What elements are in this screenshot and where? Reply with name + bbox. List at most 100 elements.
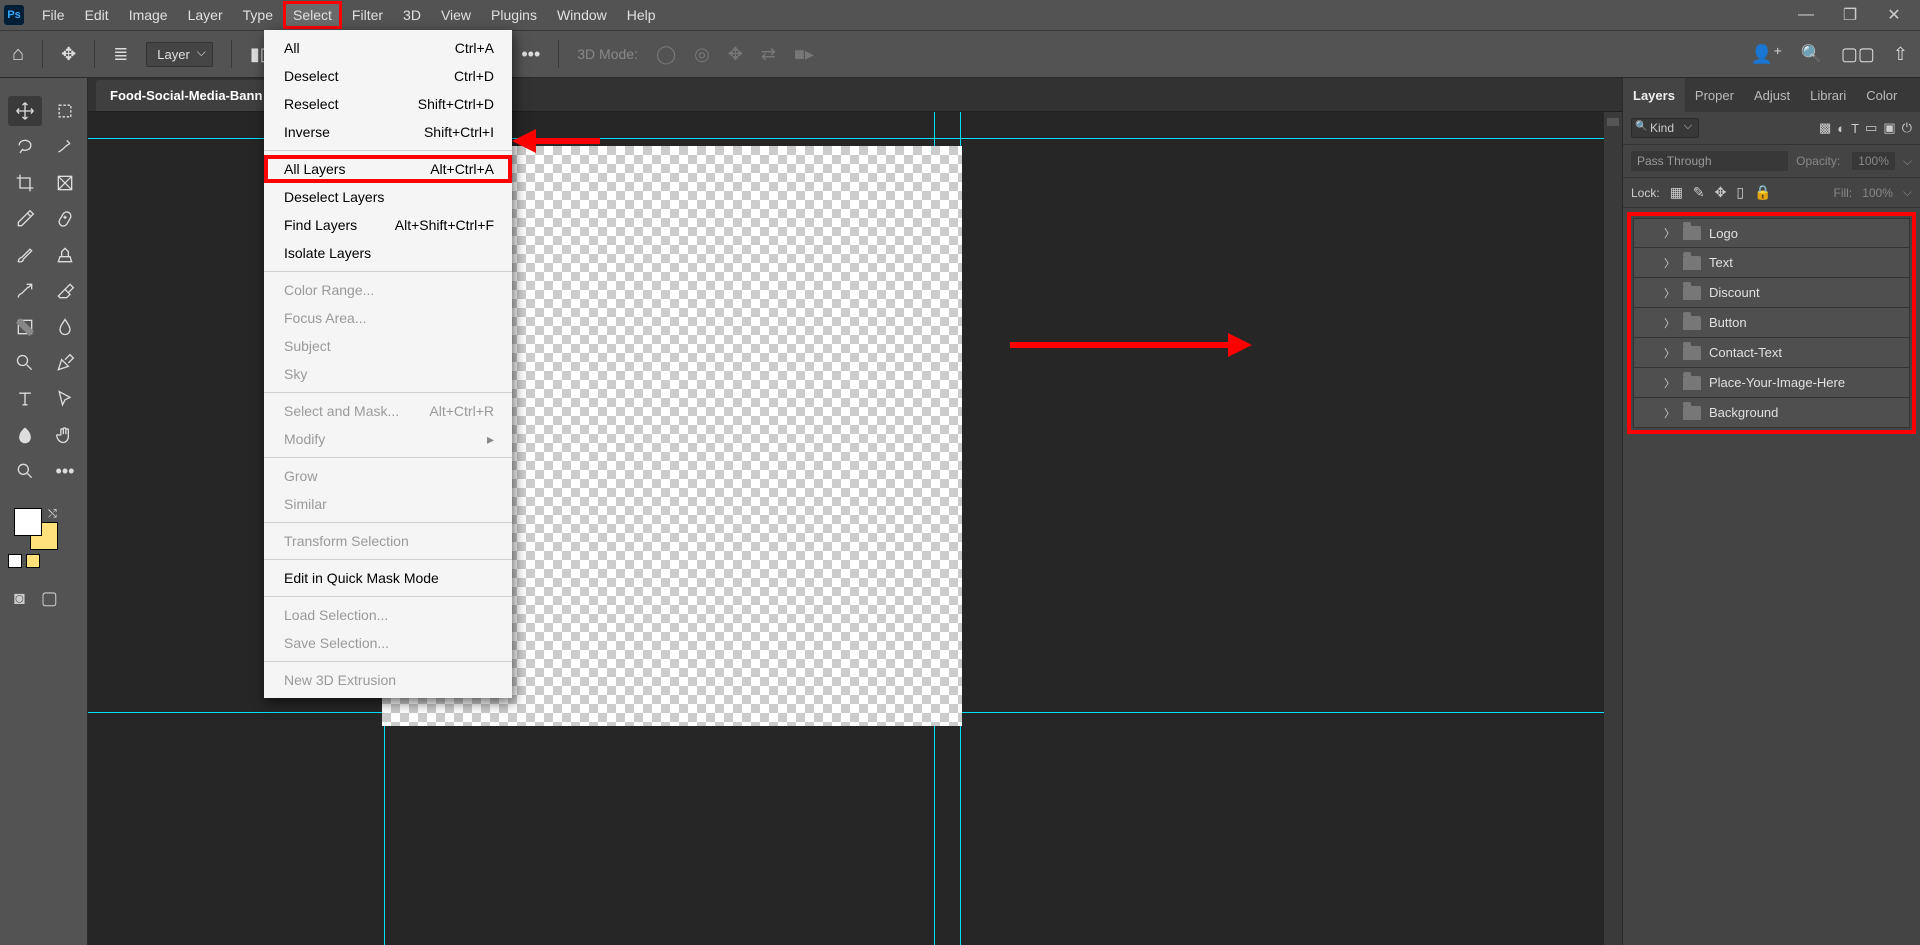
menu-item-isolate-layers[interactable]: Isolate Layers <box>264 239 512 267</box>
filter-toggle-icon[interactable]: ⏻ <box>1902 120 1912 136</box>
lock-position-icon[interactable]: ✥ <box>1715 184 1727 201</box>
autoselect-type-dropdown[interactable]: Layer <box>146 42 213 67</box>
window-close-button[interactable]: ✕ <box>1872 3 1916 27</box>
gradient-tool[interactable] <box>8 312 42 342</box>
lock-all-icon[interactable]: 🔒 <box>1754 184 1771 201</box>
quick-select-tool[interactable] <box>48 132 82 162</box>
3d-pan-icon[interactable]: ✥ <box>728 44 743 65</box>
window-restore-button[interactable]: ❐ <box>1828 3 1872 27</box>
history-brush-tool[interactable] <box>8 276 42 306</box>
visibility-toggle[interactable] <box>1640 285 1656 301</box>
path-select-tool[interactable] <box>48 384 82 414</box>
menu-select[interactable]: Select <box>283 1 342 29</box>
opacity-value[interactable]: 100% <box>1852 152 1895 170</box>
menu-layer[interactable]: Layer <box>178 1 233 29</box>
menu-item-inverse[interactable]: InverseShift+Ctrl+I <box>264 118 512 146</box>
expand-icon[interactable]: 〉 <box>1664 255 1675 271</box>
quick-mask-icon[interactable]: ◙ <box>14 588 25 609</box>
type-tool[interactable] <box>8 384 42 414</box>
lock-artboard-icon[interactable]: ▯ <box>1736 184 1744 201</box>
filter-type-icon[interactable]: T <box>1851 121 1859 136</box>
visibility-toggle[interactable] <box>1640 345 1656 361</box>
filter-smart-icon[interactable]: ▣ <box>1883 120 1895 136</box>
workspace-icon[interactable]: ▢▢ <box>1841 44 1875 65</box>
eraser-tool[interactable] <box>48 276 82 306</box>
artboard-tool[interactable] <box>48 96 82 126</box>
menu-image[interactable]: Image <box>119 1 178 29</box>
3d-orbit-icon[interactable]: ◯ <box>656 44 676 65</box>
more-options-icon[interactable]: ••• <box>521 44 540 65</box>
menu-item-reselect[interactable]: ReselectShift+Ctrl+D <box>264 90 512 118</box>
visibility-toggle[interactable] <box>1640 405 1656 421</box>
menu-item-deselect[interactable]: DeselectCtrl+D <box>264 62 512 90</box>
dodge-tool[interactable] <box>8 348 42 378</box>
expand-icon[interactable]: 〉 <box>1664 345 1675 361</box>
brush-tool[interactable] <box>8 240 42 270</box>
color-swatches[interactable]: ⤭ <box>8 508 79 554</box>
visibility-toggle[interactable] <box>1640 315 1656 331</box>
visibility-toggle[interactable] <box>1640 255 1656 271</box>
layer-text[interactable]: 〉Text <box>1633 248 1910 278</box>
panel-tab-layers[interactable]: Layers <box>1623 78 1685 112</box>
zoom-tool[interactable] <box>8 456 42 486</box>
fill-value[interactable]: 100% <box>1862 186 1893 200</box>
menu-item-deselect-layers[interactable]: Deselect Layers <box>264 183 512 211</box>
edit-toolbar-button[interactable]: ••• <box>48 456 82 486</box>
hand-tool[interactable] <box>48 420 82 450</box>
lock-image-icon[interactable]: ✎ <box>1693 184 1705 201</box>
document-tab[interactable]: Food-Social-Media-Bann <box>96 80 276 111</box>
menu-help[interactable]: Help <box>617 1 666 29</box>
lock-transparency-icon[interactable]: ▦ <box>1670 184 1683 201</box>
menu-view[interactable]: View <box>431 1 481 29</box>
expand-icon[interactable]: 〉 <box>1664 285 1675 301</box>
share-icon[interactable]: ⇧ <box>1893 44 1908 65</box>
3d-roll-icon[interactable]: ◎ <box>694 44 710 65</box>
menu-edit[interactable]: Edit <box>75 1 119 29</box>
menu-3d[interactable]: 3D <box>393 1 431 29</box>
autoselect-layers-icon[interactable]: ≣ <box>113 44 128 65</box>
layer-contact-text[interactable]: 〉Contact-Text <box>1633 338 1910 368</box>
menu-filter[interactable]: Filter <box>342 1 393 29</box>
menu-item-find-layers[interactable]: Find LayersAlt+Shift+Ctrl+F <box>264 211 512 239</box>
filter-shape-icon[interactable]: ▭ <box>1865 120 1877 136</box>
window-minimize-button[interactable]: — <box>1784 3 1828 27</box>
pen-tool[interactable] <box>48 348 82 378</box>
healing-brush-tool[interactable] <box>48 204 82 234</box>
filter-kind-dropdown[interactable]: Kind <box>1631 118 1699 138</box>
layer-button[interactable]: 〉Button <box>1633 308 1910 338</box>
frame-tool[interactable] <box>48 168 82 198</box>
cloud-docs-icon[interactable]: 👤⁺ <box>1751 44 1783 65</box>
swap-colors-icon[interactable]: ⤭ <box>48 508 57 521</box>
move-tool[interactable] <box>8 96 42 126</box>
expand-icon[interactable]: 〉 <box>1664 315 1675 331</box>
panel-tab-proper[interactable]: Proper <box>1685 78 1744 112</box>
expand-icon[interactable]: 〉 <box>1664 405 1675 421</box>
shape-tool[interactable] <box>8 420 42 450</box>
panel-tab-adjust[interactable]: Adjust <box>1744 78 1800 112</box>
menu-item-all-layers[interactable]: All LayersAlt+Ctrl+A <box>264 155 512 183</box>
layer-background[interactable]: 〉Background <box>1633 398 1910 428</box>
menu-window[interactable]: Window <box>547 1 617 29</box>
menu-item-all[interactable]: AllCtrl+A <box>264 34 512 62</box>
panel-tab-color[interactable]: Color <box>1856 78 1907 112</box>
blend-mode-dropdown[interactable]: Pass Through <box>1631 151 1788 171</box>
expand-icon[interactable]: 〉 <box>1664 375 1675 391</box>
clone-stamp-tool[interactable] <box>48 240 82 270</box>
layer-discount[interactable]: 〉Discount <box>1633 278 1910 308</box>
eyedropper-tool[interactable] <box>8 204 42 234</box>
filter-adjust-icon[interactable]: ◐ <box>1837 121 1845 136</box>
lasso-tool[interactable] <box>8 132 42 162</box>
visibility-toggle[interactable] <box>1640 225 1656 241</box>
visibility-toggle[interactable] <box>1640 375 1656 391</box>
layer-logo[interactable]: 〉Logo <box>1633 218 1910 248</box>
home-button[interactable]: ⌂ <box>12 43 24 66</box>
screen-mode-icon[interactable]: ▢ <box>41 588 58 609</box>
blur-tool[interactable] <box>48 312 82 342</box>
filter-pixel-icon[interactable]: ▩ <box>1819 120 1831 136</box>
menu-item-edit-in-quick-mask-mode[interactable]: Edit in Quick Mask Mode <box>264 564 512 592</box>
crop-tool[interactable] <box>8 168 42 198</box>
vertical-scrollbar[interactable] <box>1604 112 1622 945</box>
expand-icon[interactable]: 〉 <box>1664 225 1675 241</box>
search-icon[interactable]: 🔍 <box>1800 44 1822 65</box>
3d-slide-icon[interactable]: ⇄ <box>761 44 776 65</box>
